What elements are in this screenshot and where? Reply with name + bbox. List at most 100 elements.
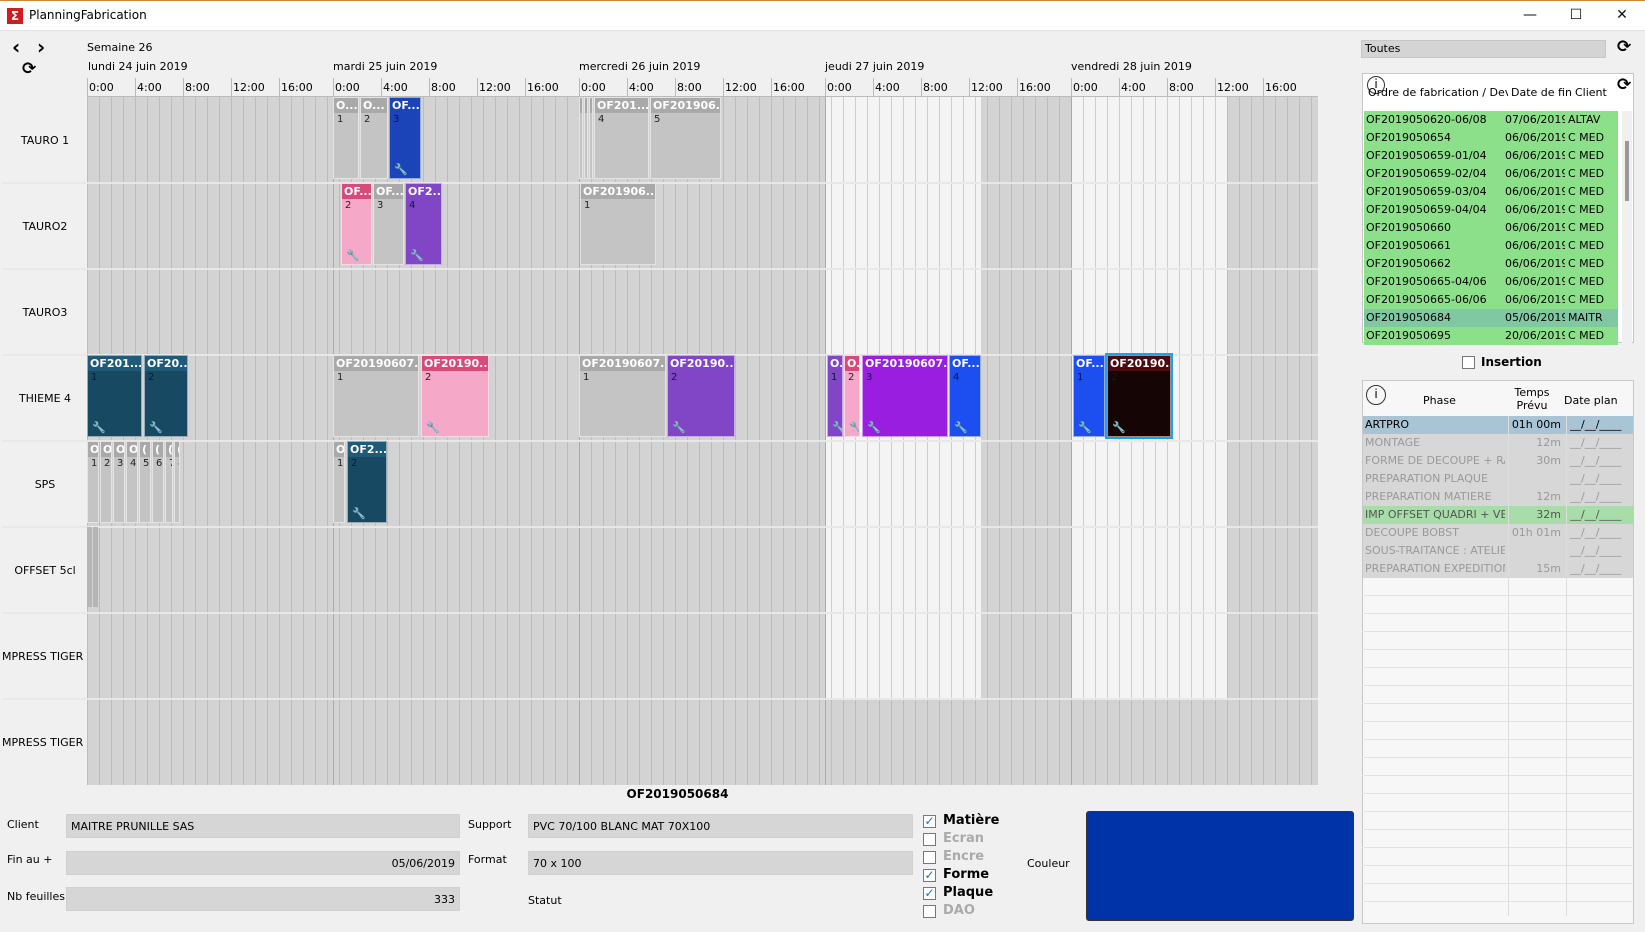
job-block[interactable]: OF20...2 🔧 <box>144 355 188 437</box>
job-block[interactable]: OF... 3 <box>373 183 404 265</box>
phase-row[interactable]: PREPARATION MATIERE 12m __/__/____ <box>1363 488 1633 506</box>
phase-row[interactable]: IMP OFFSET QUADRI + VERN 32m __/__/____ <box>1363 506 1633 524</box>
of-row[interactable]: OF2019050661 06/06/2019 C MED <box>1364 237 1618 255</box>
phase-cell-phase: FORME DE DECOUPE + RAIN. <box>1365 454 1505 467</box>
of-row[interactable]: OF2019050659-03/04 06/06/2019 C MED <box>1364 183 1618 201</box>
phase-header-phase[interactable]: Phase <box>1423 394 1456 407</box>
of-row[interactable]: OF2019050665-04/06 06/06/2019 C MED <box>1364 273 1618 291</box>
job-block[interactable]: OF... 2 🔧 <box>341 183 372 265</box>
refresh-icon[interactable]: ⟳ <box>1617 77 1631 94</box>
job-block[interactable]: O... 1 <box>333 97 359 179</box>
of-scrollbar[interactable] <box>1622 111 1632 343</box>
job-block[interactable]: OF20190607... 1 <box>333 355 419 437</box>
of-header-client[interactable]: Client <box>1575 86 1607 99</box>
option-checkbox[interactable] <box>923 905 936 918</box>
job-block[interactable]: (7 <box>165 441 173 523</box>
next-week-button[interactable]: › <box>37 37 45 57</box>
phase-row[interactable]: FORME DE DECOUPE + RAIN. 30m __/__/____ <box>1363 452 1633 470</box>
filter-select[interactable]: Toutes <box>1361 40 1606 58</box>
maximize-button[interactable]: ☐ <box>1553 0 1599 30</box>
job-block-number: 3 <box>866 372 873 383</box>
color-swatch[interactable] <box>1086 811 1354 921</box>
job-block[interactable]: OF20190607... 1 <box>579 355 666 437</box>
job-block[interactable]: O...1 🔧 <box>827 355 843 437</box>
phase-header-temps[interactable]: Temps Prévu <box>1509 386 1555 412</box>
of-row[interactable]: OF2019050654 06/06/2019 C MED <box>1364 129 1618 147</box>
job-block[interactable]: (1 <box>579 97 583 179</box>
of-row[interactable]: OF2019050659-02/04 06/06/2019 C MED <box>1364 165 1618 183</box>
of-row[interactable]: OF2019050695 20/06/2019 C MED <box>1364 327 1618 345</box>
job-block[interactable]: OF2... 2 🔧 <box>347 441 387 523</box>
job-block[interactable]: O...2 🔧 <box>844 355 860 437</box>
phase-row[interactable]: ARTPRO 01h 00m __/__/____ <box>1363 416 1633 434</box>
fin-field[interactable]: 05/06/2019 <box>66 851 460 875</box>
job-block[interactable]: OF2...4 🔧 <box>405 183 442 265</box>
job-block[interactable]: (3 <box>589 97 593 179</box>
of-row[interactable]: OF2019050659-04/04 06/06/2019 C MED <box>1364 201 1618 219</box>
client-field[interactable]: MAITRE PRUNILLE SAS <box>66 814 460 838</box>
job-block[interactable]: O1 <box>333 441 345 523</box>
scrollbar-thumb[interactable] <box>1625 141 1629 201</box>
close-button[interactable]: ✕ <box>1599 0 1645 30</box>
phase-empty-line <box>1362 667 1632 668</box>
job-block[interactable]: OF20190607... 3 🔧 <box>862 355 948 437</box>
job-block[interactable]: OF201... 4 <box>594 97 649 179</box>
phase-row[interactable]: PREPARATION EXPEDITION 15m __/__/____ <box>1363 560 1633 578</box>
job-block[interactable]: (2 <box>584 97 588 179</box>
phase-cell-date: __/__/____ <box>1570 490 1622 503</box>
job-block[interactable]: (8 <box>174 441 180 523</box>
options-checklist: ✓ Matière Ecran Encre ✓ Forme ✓ Plaque DAO <box>923 813 1043 925</box>
job-block[interactable]: O2 <box>100 441 112 523</box>
job-block[interactable]: O1 <box>87 441 99 523</box>
insertion-checkbox[interactable] <box>1462 356 1475 369</box>
feuilles-field[interactable]: 333 <box>66 887 460 911</box>
job-block[interactable]: O4 <box>126 441 138 523</box>
of-cell-of: OF2019050659-03/04 <box>1366 185 1487 198</box>
job-block[interactable]: OF... 3 🔧 <box>389 97 421 179</box>
of-row[interactable]: OF2019050684 05/06/2019 MAITR <box>1364 309 1618 327</box>
job-block[interactable]: O... 2 <box>360 97 388 179</box>
of-row[interactable]: OF2019050620-06/08 07/06/2019 ALTAV <box>1364 111 1618 129</box>
refresh-icon[interactable]: ⟳ <box>1617 39 1631 56</box>
job-block[interactable]: OF20190...2 🔧 <box>667 355 735 437</box>
of-row[interactable]: OF2019050660 06/06/2019 C MED <box>1364 219 1618 237</box>
job-block-number: 5 <box>143 458 150 469</box>
phase-row[interactable]: DECOUPE BOBST 01h 01m __/__/____ <box>1363 524 1633 542</box>
job-block[interactable]: OF20190...2 🔧 <box>1105 353 1173 439</box>
refresh-icon[interactable]: ⟳ <box>22 61 36 78</box>
job-block[interactable]: OF... 1 🔧 <box>1073 355 1105 437</box>
phase-row[interactable]: PREPARATION PLAQUE __/__/____ <box>1363 470 1633 488</box>
job-block[interactable]: OF... 4 🔧 <box>949 355 981 437</box>
job-block[interactable]: OF20190...2 🔧 <box>421 355 489 437</box>
info-icon[interactable]: i <box>1366 385 1386 405</box>
of-header-of[interactable]: Ordre de fabrication / Devis <box>1368 86 1508 99</box>
hour-tick: 4:00 <box>137 81 162 94</box>
option-checkbox[interactable] <box>923 851 936 864</box>
of-row[interactable]: OF2019050659-01/04 06/06/2019 C MED <box>1364 147 1618 165</box>
job-block-number: 2 <box>848 372 855 383</box>
phase-header-date[interactable]: Date plan <box>1564 394 1618 407</box>
phase-cell-temps: 30m <box>1536 454 1561 467</box>
option-checkbox[interactable]: ✓ <box>923 887 936 900</box>
minimize-button[interactable]: — <box>1507 0 1553 30</box>
job-block[interactable]: OF201... 1 🔧 <box>87 355 142 437</box>
job-block[interactable]: O3 <box>113 441 125 523</box>
option-checkbox[interactable] <box>923 833 936 846</box>
job-block[interactable]: (6 <box>152 441 164 523</box>
support-field[interactable]: PVC 70/100 BLANC MAT 70X100 <box>528 814 913 838</box>
phase-empty-line <box>1362 613 1632 614</box>
option-checkbox[interactable]: ✓ <box>923 869 936 882</box>
format-field[interactable]: 70 x 100 <box>528 851 913 875</box>
of-header-date[interactable]: Date de fin <box>1511 86 1572 99</box>
planning-grid[interactable]: O...1O...2OF...3🔧(1(2(3OF201...4OF201906… <box>3 97 1318 785</box>
phase-row[interactable]: MONTAGE 12m __/__/____ <box>1363 434 1633 452</box>
hour-tick-line <box>279 78 280 97</box>
job-block[interactable]: OF201906...5 <box>650 97 721 179</box>
phase-row[interactable]: SOUS-TRAITANCE : ATELIER __/__/____ <box>1363 542 1633 560</box>
of-row[interactable]: OF2019050665-06/06 06/06/2019 C MED <box>1364 291 1618 309</box>
of-row[interactable]: OF2019050662 06/06/2019 C MED <box>1364 255 1618 273</box>
job-block[interactable]: OF201906... 1 <box>580 183 656 265</box>
option-checkbox[interactable]: ✓ <box>923 815 936 828</box>
prev-week-button[interactable]: ‹ <box>12 37 20 57</box>
job-block[interactable]: (5 <box>139 441 151 523</box>
